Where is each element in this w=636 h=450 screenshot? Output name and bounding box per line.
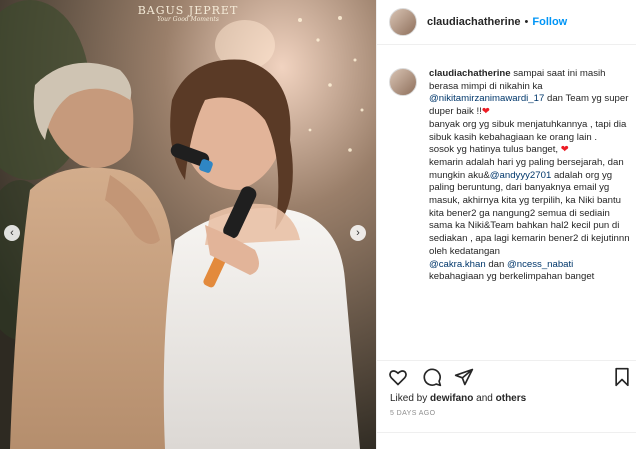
caption: claudiachatherine sampai saat ini masih … <box>389 62 629 352</box>
comment-icon[interactable] <box>422 367 442 387</box>
carousel-next-button[interactable]: › <box>350 225 366 241</box>
caption-username[interactable]: claudiachatherine <box>429 68 511 79</box>
avatar[interactable] <box>389 8 417 36</box>
caption-segment: kebahagiaan yg berkelimpahan banget <box>429 271 595 283</box>
post-timestamp[interactable]: 5 DAYS AGO <box>390 410 436 417</box>
post-image <box>0 0 376 449</box>
chevron-right-icon: › <box>356 227 360 239</box>
likes-and: and <box>473 393 496 404</box>
post-photo: BAGUS JEPRET Your Good Moments ‹ › <box>0 0 376 449</box>
caption-text: claudiachatherine sampai saat ini masih … <box>429 68 629 284</box>
mention-link[interactable]: @nikitamirzanimawardi_17 <box>429 93 544 104</box>
chevron-left-icon: ‹ <box>10 227 14 239</box>
likes-prefix: Liked by <box>390 393 431 404</box>
mention-link[interactable]: @andyyy2701 <box>490 170 551 181</box>
watermark-subtitle: Your Good Moments <box>157 16 219 23</box>
heart-icon[interactable] <box>388 367 408 387</box>
comment-area[interactable] <box>376 432 636 450</box>
separator-dot: • <box>524 16 529 28</box>
likes-others-link[interactable]: others <box>496 393 527 404</box>
caption-avatar[interactable] <box>389 68 417 96</box>
carousel-prev-button[interactable]: ‹ <box>4 225 20 241</box>
bookmark-icon[interactable] <box>612 367 632 387</box>
heart-emoji: ❤ <box>481 106 490 118</box>
post-header: claudiachatherine • Follow <box>377 0 636 45</box>
header-username[interactable]: claudiachatherine <box>427 16 521 28</box>
caption-segment: dan <box>485 258 508 270</box>
mention-link[interactable]: @cakra.khan <box>429 259 486 270</box>
follow-button[interactable]: Follow <box>532 16 567 28</box>
mention-link[interactable]: @ncess_nabati <box>507 259 573 270</box>
action-bar <box>376 360 636 391</box>
caption-segment: adalah org yg paling beruntung, dari ban… <box>429 169 629 257</box>
share-icon[interactable] <box>454 367 474 387</box>
liked-by-user[interactable]: dewifano <box>430 393 473 404</box>
caption-segment: banyak org yg sibuk menjatuhkannya , tap… <box>429 118 627 156</box>
heart-emoji: ❤ <box>560 144 569 156</box>
likes-summary: Liked by dewifano and others <box>390 393 526 404</box>
photo-watermark: BAGUS JEPRET Your Good Moments <box>0 4 376 23</box>
